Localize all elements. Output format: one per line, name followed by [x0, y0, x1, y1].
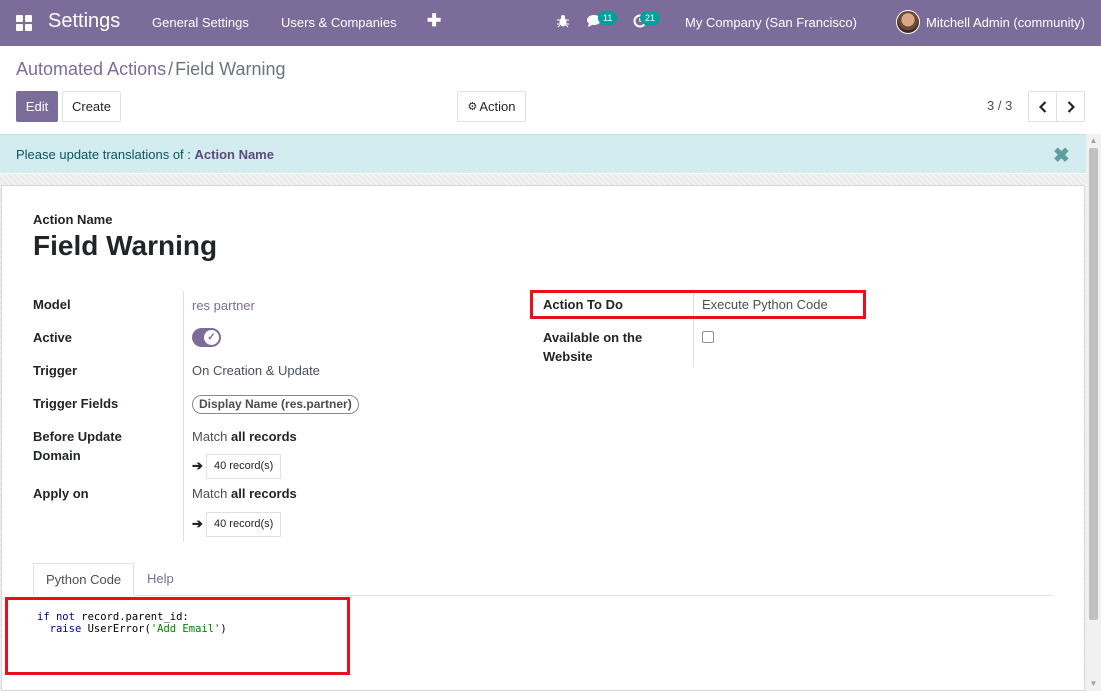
- trigger-value: On Creation & Update: [192, 363, 320, 378]
- model-value[interactable]: res partner: [192, 298, 255, 313]
- tab-python-code[interactable]: Python Code: [33, 563, 135, 596]
- pager-value[interactable]: 3 / 3: [987, 98, 1012, 113]
- before-domain-label-line2: Domain: [33, 448, 81, 463]
- apply-on-records-button[interactable]: 40 record(s): [206, 512, 282, 537]
- breadcrumb-parent[interactable]: Automated Actions: [16, 59, 166, 79]
- website-label-line2: Website: [543, 349, 593, 364]
- alert-field-link[interactable]: Action Name: [195, 147, 274, 162]
- tab-help[interactable]: Help: [135, 563, 186, 596]
- edit-button[interactable]: Edit: [16, 91, 58, 122]
- check-icon: ✓: [204, 330, 219, 345]
- messages-count-badge: 11: [598, 11, 618, 25]
- menu-general-settings[interactable]: General Settings: [152, 15, 249, 30]
- python-code-highlight: [5, 597, 350, 675]
- create-button[interactable]: Create: [62, 91, 121, 122]
- before-domain-records-button[interactable]: 40 record(s): [206, 454, 282, 479]
- breadcrumb: Automated Actions / Field Warning: [16, 59, 285, 80]
- website-label: Available on the Website: [543, 328, 642, 366]
- plus-icon[interactable]: ✚: [427, 11, 441, 31]
- match-prefix: Match: [192, 486, 228, 501]
- trigger-label: Trigger: [33, 363, 78, 378]
- arrow-right-icon: ➔: [192, 516, 203, 531]
- debug-bug-icon[interactable]: [557, 14, 569, 31]
- apply-on-match: Match all records: [192, 486, 297, 501]
- trigger-field-tag: Display Name (res.partner): [192, 395, 359, 414]
- user-menu[interactable]: Mitchell Admin (community): [926, 15, 1085, 30]
- apps-menu-icon[interactable]: [16, 15, 32, 31]
- action-name-label: Action Name: [33, 212, 113, 227]
- close-icon[interactable]: ✖: [1053, 143, 1070, 168]
- arrow-right-icon: ➔: [192, 458, 203, 473]
- pager-previous-button[interactable]: [1028, 91, 1057, 122]
- match-prefix: Match: [192, 429, 228, 444]
- action-label: Action: [479, 99, 516, 114]
- breadcrumb-separator: /: [168, 59, 174, 79]
- top-navbar: Settings General Settings Users & Compan…: [0, 0, 1101, 46]
- match-all: all records: [231, 486, 297, 501]
- action-menu-button[interactable]: ⚙ Action: [457, 91, 526, 122]
- apply-on-label: Apply on: [33, 486, 89, 501]
- before-domain-match: Match all records: [192, 429, 297, 444]
- user-avatar[interactable]: [896, 10, 920, 34]
- app-brand[interactable]: Settings: [48, 10, 120, 33]
- chevron-left-icon: [1038, 100, 1046, 113]
- active-label: Active: [33, 330, 73, 345]
- alert-text: Please update translations of : Action N…: [16, 147, 274, 162]
- scrollbar-thumb[interactable]: [1089, 148, 1098, 620]
- active-toggle[interactable]: ✓: [192, 328, 221, 347]
- scroll-up-arrow-icon[interactable]: ▲: [1086, 134, 1101, 148]
- breadcrumb-current: Field Warning: [175, 59, 286, 79]
- activities-count-badge: 21: [640, 11, 661, 25]
- chevron-right-icon: [1067, 100, 1075, 113]
- match-all: all records: [231, 429, 297, 444]
- before-update-domain-label: Before Update Domain: [33, 427, 122, 465]
- website-checkbox[interactable]: [702, 331, 714, 343]
- action-name-title: Field Warning: [33, 230, 218, 261]
- model-label: Model: [33, 297, 71, 312]
- trigger-fields-label: Trigger Fields: [33, 396, 119, 411]
- translation-alert: Please update translations of : Action N…: [0, 134, 1086, 173]
- before-domain-label-line1: Before Update: [33, 429, 122, 444]
- scroll-down-arrow-icon[interactable]: ▼: [1086, 677, 1101, 691]
- website-label-line1: Available on the: [543, 330, 643, 345]
- action-to-do-highlight: [530, 290, 866, 319]
- menu-users-companies[interactable]: Users & Companies: [281, 15, 397, 30]
- pager-next-button[interactable]: [1056, 91, 1085, 122]
- company-switcher[interactable]: My Company (San Francisco): [685, 15, 857, 30]
- gear-icon: ⚙: [467, 101, 478, 113]
- field-separator: [183, 291, 184, 542]
- tabs-divider: [33, 595, 1053, 596]
- alert-prefix: Please update translations of :: [16, 147, 191, 162]
